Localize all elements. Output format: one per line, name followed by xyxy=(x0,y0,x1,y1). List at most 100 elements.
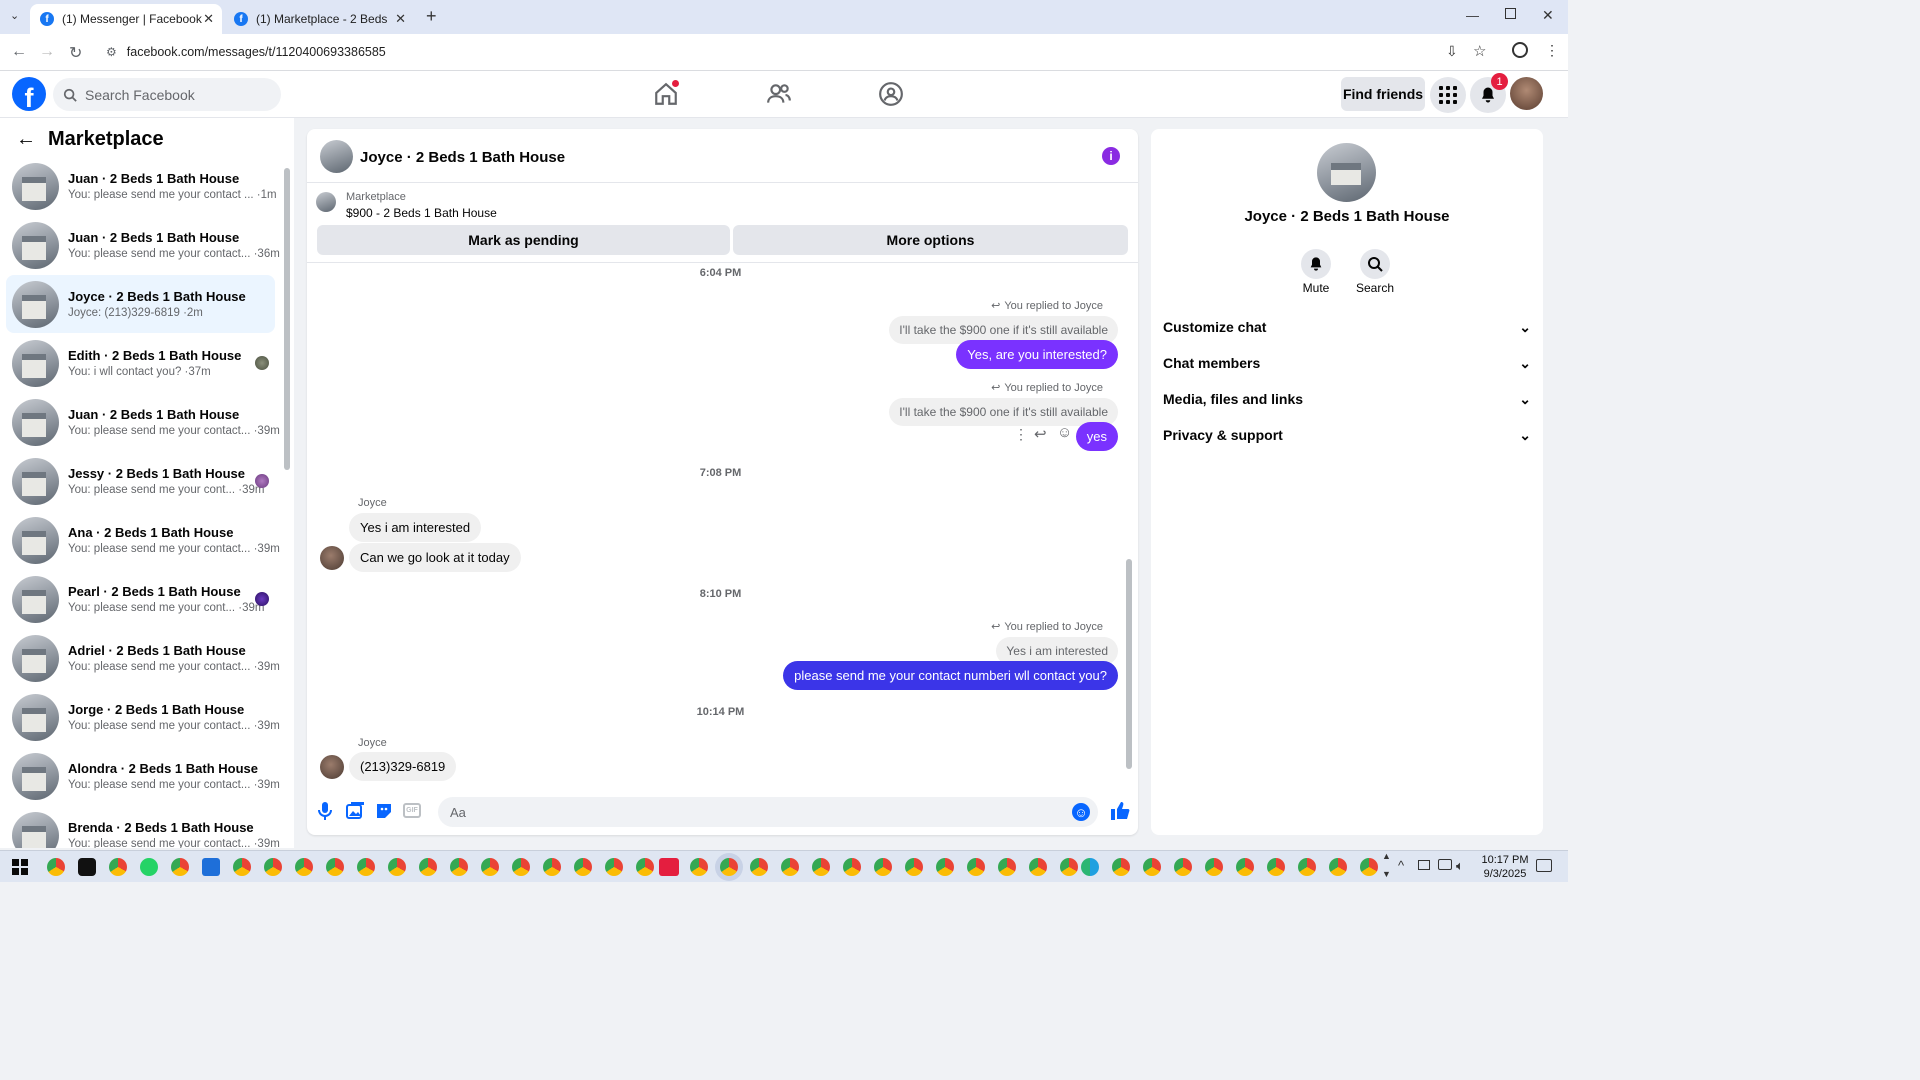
menu-grid-icon[interactable] xyxy=(1430,77,1466,113)
account-avatar[interactable] xyxy=(1510,77,1543,110)
home-icon[interactable] xyxy=(653,80,681,109)
chrome-icon[interactable] xyxy=(781,858,799,876)
profile-icon[interactable] xyxy=(1512,42,1528,58)
sender-avatar[interactable] xyxy=(320,755,344,779)
conversation-item[interactable]: Adriel · 2 Beds 1 Bath House You: please … xyxy=(6,629,280,687)
incoming-message[interactable]: Yes i am interested xyxy=(349,513,482,542)
search-in-chat-icon[interactable] xyxy=(1360,249,1390,279)
site-info-icon[interactable]: ⚙ xyxy=(106,45,117,59)
privacy-support-section[interactable]: Privacy & support ⌄ xyxy=(1163,423,1531,447)
chrome-icon[interactable] xyxy=(481,858,499,876)
outgoing-message[interactable]: please send me your contact numberi wll … xyxy=(783,661,1118,690)
sticker-icon[interactable] xyxy=(375,802,393,820)
search-facebook-input[interactable]: Search Facebook xyxy=(53,78,281,111)
windows-start-icon[interactable] xyxy=(12,859,28,875)
chat-scrollbar[interactable] xyxy=(1126,559,1132,769)
chrome-icon[interactable] xyxy=(419,858,437,876)
chrome-icon[interactable] xyxy=(109,858,127,876)
facebook-logo-icon[interactable]: f xyxy=(12,77,46,111)
chrome-icon[interactable] xyxy=(1174,858,1192,876)
back-icon[interactable]: ← xyxy=(11,43,27,61)
taskbar-scroll-down-icon[interactable]: ▼ xyxy=(1382,869,1391,879)
gif-icon[interactable]: GIF xyxy=(403,803,421,818)
app-icon[interactable] xyxy=(202,858,220,876)
chrome-icon[interactable] xyxy=(264,858,282,876)
chrome-icon[interactable] xyxy=(998,858,1016,876)
conversation-list-scrollbar[interactable] xyxy=(284,168,290,470)
clock[interactable]: 10:17 PM 9/3/2025 xyxy=(1478,853,1532,881)
emoji-icon[interactable]: ☺ xyxy=(1072,803,1090,821)
info-icon[interactable]: i xyxy=(1102,147,1120,165)
mark-as-pending-button[interactable]: Mark as pending xyxy=(317,225,730,255)
media-files-links-section[interactable]: Media, files and links ⌄ xyxy=(1163,387,1531,411)
outgoing-message[interactable]: yes xyxy=(1075,422,1118,451)
chrome-icon[interactable] xyxy=(636,858,654,876)
chrome-icon[interactable] xyxy=(967,858,985,876)
chrome-icon[interactable] xyxy=(1112,858,1130,876)
chrome-icon[interactable] xyxy=(574,858,592,876)
conversation-item[interactable]: Juan · 2 Beds 1 Bath House You: please se… xyxy=(6,216,280,274)
chat-avatar[interactable] xyxy=(320,140,353,173)
chrome-icon[interactable] xyxy=(750,858,768,876)
restore-icon[interactable] xyxy=(1505,8,1516,19)
chrome-icon[interactable] xyxy=(605,858,623,876)
reload-icon[interactable]: ↻ xyxy=(69,43,82,63)
conversation-item[interactable]: Juan · 2 Beds 1 Bath House You: please se… xyxy=(6,393,280,451)
close-tab-icon[interactable]: ✕ xyxy=(203,11,214,27)
reply-icon[interactable]: ↩ xyxy=(1034,425,1047,443)
tab-marketplace[interactable]: f (1) Marketplace - 2 Beds 1 Bath ✕ xyxy=(224,4,414,34)
chrome-icon[interactable] xyxy=(326,858,344,876)
incoming-message[interactable]: (213)329-6819 xyxy=(349,752,457,781)
tiktok-icon[interactable] xyxy=(78,858,96,876)
conversation-item[interactable]: Edith · 2 Beds 1 Bath House You: i wll co… xyxy=(6,334,275,392)
chrome-icon[interactable] xyxy=(1267,858,1285,876)
incoming-message[interactable]: Can we go look at it today xyxy=(349,543,521,572)
chat-members-section[interactable]: Chat members ⌄ xyxy=(1163,351,1531,375)
react-smile-icon[interactable]: ☺ xyxy=(1057,424,1072,441)
forward-icon[interactable]: → xyxy=(39,43,55,61)
chrome-icon[interactable] xyxy=(512,858,530,876)
edge-icon[interactable] xyxy=(1081,858,1099,876)
conversation-item[interactable]: Jessy · 2 Beds 1 Bath House You: please s… xyxy=(6,452,275,510)
conversation-item[interactable]: Juan · 2 Beds 1 Bath House You: please se… xyxy=(6,157,277,215)
taskbar-scroll-up-icon[interactable]: ▲ xyxy=(1382,851,1391,861)
chrome-icon[interactable] xyxy=(690,858,708,876)
volume-icon[interactable]: 🔈︎ xyxy=(1456,858,1464,874)
profile-avatar[interactable] xyxy=(1317,143,1376,202)
new-tab-icon[interactable]: + xyxy=(426,6,437,27)
sender-avatar[interactable] xyxy=(320,546,344,570)
chrome-icon[interactable] xyxy=(1360,858,1378,876)
chrome-icon[interactable] xyxy=(905,858,923,876)
chrome-icon[interactable] xyxy=(233,858,251,876)
mute-bell-icon[interactable] xyxy=(1301,249,1331,279)
bookmark-star-icon[interactable]: ☆ xyxy=(1473,42,1486,60)
friends-icon[interactable] xyxy=(766,81,794,109)
action-center-icon[interactable] xyxy=(1536,859,1552,872)
browser-menu-icon[interactable]: ⋮ xyxy=(1545,42,1559,59)
chrome-icon[interactable] xyxy=(1329,858,1347,876)
chrome-active-icon[interactable] xyxy=(720,858,738,876)
tray-chevron-up-icon[interactable]: ^ xyxy=(1398,858,1404,873)
outgoing-message[interactable]: Yes, are you interested? xyxy=(956,340,1118,369)
whatsapp-icon[interactable] xyxy=(140,858,158,876)
chrome-icon[interactable] xyxy=(171,858,189,876)
install-app-icon[interactable]: ⇩ xyxy=(1446,43,1458,60)
more-actions-icon[interactable]: ⋮ xyxy=(1014,426,1028,443)
chrome-icon[interactable] xyxy=(1298,858,1316,876)
conversation-item[interactable]: Alondra · 2 Beds 1 Bath House You: please… xyxy=(6,747,280,805)
chrome-icon[interactable] xyxy=(1143,858,1161,876)
chrome-icon[interactable] xyxy=(936,858,954,876)
chrome-icon[interactable] xyxy=(1029,858,1047,876)
tray-display-icon[interactable] xyxy=(1418,860,1430,870)
chrome-icon[interactable] xyxy=(874,858,892,876)
find-friends-button[interactable]: Find friends xyxy=(1341,77,1425,111)
conversation-item[interactable]: Ana · 2 Beds 1 Bath House You: please sen… xyxy=(6,511,280,569)
network-icon[interactable] xyxy=(1438,859,1452,870)
thumbs-up-icon[interactable] xyxy=(1110,801,1130,821)
chat-title[interactable]: Joyce · 2 Beds 1 Bath House xyxy=(360,149,565,166)
tab-messenger[interactable]: f (1) Messenger | Facebook ✕ xyxy=(30,4,222,34)
chrome-icon[interactable] xyxy=(295,858,313,876)
conversation-item-selected[interactable]: Joyce · 2 Beds 1 Bath House Joyce: (213)3… xyxy=(6,275,275,333)
listing-title[interactable]: $900 - 2 Beds 1 Bath House xyxy=(346,206,497,220)
chrome-icon[interactable] xyxy=(388,858,406,876)
